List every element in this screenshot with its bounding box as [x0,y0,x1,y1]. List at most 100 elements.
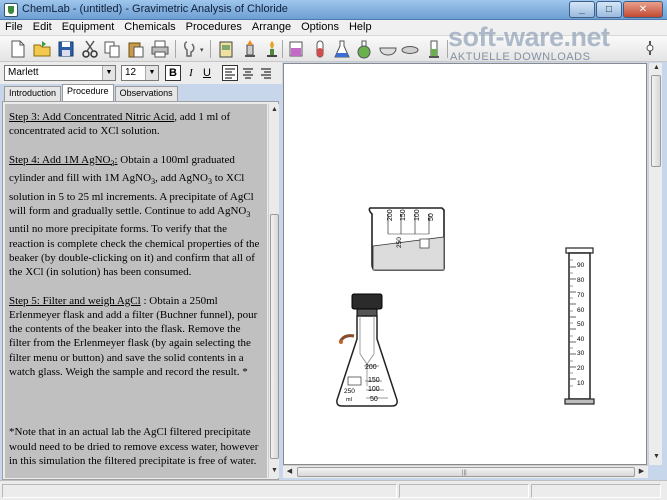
pointer-tool-icon[interactable] [180,39,200,59]
panel-tabs: Introduction Procedure Observations [4,84,179,101]
burner-icon[interactable] [240,39,260,59]
step-4: Step 4: Add 1M AgNO3: Obtain a 100ml gra… [9,153,260,279]
maximize-button[interactable]: □ [596,1,622,18]
beaker-tick-200: 200 [387,209,394,221]
chevron-down-icon[interactable]: ▾ [200,46,204,54]
menu-file[interactable]: File [0,20,28,36]
procedure-scrollbar[interactable]: ▲ ▼ [268,104,279,478]
balance-icon[interactable] [216,39,236,59]
font-select-value: Marlett [8,67,39,78]
menu-help[interactable]: Help [344,20,377,36]
test-tube-icon[interactable] [310,39,330,59]
align-right-icon [261,68,271,79]
align-left-button[interactable] [222,65,238,81]
status-cell-main [2,484,397,498]
bold-button[interactable]: B [165,65,181,81]
align-right-button[interactable] [258,65,274,81]
watermark-logo: soft-ware.net AKTUELLE DOWNLOADS [448,22,658,66]
italic-button[interactable]: I [183,65,199,81]
bunsen-icon[interactable] [262,39,282,59]
cylinder-tick-40: 40 [577,336,585,343]
format-bar: Marlett ▼ 12 ▼ B I U [0,62,282,84]
scroll-up-icon[interactable]: ▲ [269,106,280,113]
font-select[interactable]: Marlett ▼ [4,65,116,81]
font-size-value: 12 [125,67,137,78]
align-center-icon [243,68,253,79]
open-folder-icon[interactable] [32,39,52,59]
procedure-panel: Step 3: Add Concentrated Nitric Acid, ad… [2,101,279,480]
beaker-label-box [419,238,430,249]
minimize-button[interactable]: _ [569,1,595,18]
menu-equipment[interactable]: Equipment [57,20,120,36]
lab-bench-canvas[interactable]: 200 150 100 50 250 200 150 100 50 250 ml [283,63,647,465]
beaker-tick-150: 150 [400,209,407,221]
evaporating-dish-icon[interactable] [378,39,398,59]
beaker-capacity: 250 [396,237,403,248]
step-4-title: Step 4: Add 1M AgNO3: [9,153,118,168]
scroll-up-icon[interactable]: ▲ [651,64,662,71]
step-3: Step 3: Add Concentrated Nitric Acid, ad… [9,110,263,139]
flask-tick-150: 150 [368,377,380,384]
copy-icon[interactable] [102,39,122,59]
font-size-select[interactable]: 12 ▼ [121,65,159,81]
flask-unit: ml [346,397,352,403]
graduated-cylinder[interactable]: 90 80 70 60 50 40 30 20 10 [564,247,595,405]
tab-procedure[interactable]: Procedure [62,84,114,101]
scroll-down-icon[interactable]: ▼ [651,453,662,460]
flask-icon[interactable] [354,39,374,59]
cylinder-tick-60: 60 [577,307,585,314]
menu-arrange[interactable]: Arrange [247,20,296,36]
procedure-scroll-thumb[interactable] [270,214,279,459]
tab-introduction[interactable]: Introduction [4,86,62,101]
chevron-down-icon[interactable]: ▼ [102,66,115,80]
save-icon[interactable] [56,39,76,59]
canvas-vertical-scrollbar[interactable]: ▲ ▼ [648,63,662,465]
paste-icon[interactable] [126,39,146,59]
erlenmeyer-icon[interactable] [332,39,352,59]
beaker-tick-100: 100 [414,209,421,221]
erlenmeyer-flask[interactable]: 200 150 100 50 250 ml [336,293,398,407]
scroll-left-icon[interactable]: ◀ [284,467,295,475]
flask-capacity: 250 [344,388,355,395]
underline-button[interactable]: U [199,65,215,81]
watch-glass-icon[interactable] [400,39,420,59]
scroll-down-icon[interactable]: ▼ [269,467,280,474]
watermark-sub: AKTUELLE DOWNLOADS [450,51,591,63]
close-button[interactable]: ✕ [623,1,663,18]
cylinder-tool-icon[interactable] [424,39,444,59]
chevron-down-icon[interactable]: ▼ [145,66,158,80]
beaker[interactable]: 200 150 100 50 250 [368,207,445,271]
canvas-hscroll-thumb[interactable]: ||| [297,467,635,477]
buchner-funnel-top [351,293,383,310]
status-cell-2 [399,484,529,498]
menu-chemicals[interactable]: Chemicals [119,20,180,36]
step-5-title: Step 5: Filter and weigh AgCl [9,294,141,307]
scroll-right-icon[interactable]: ▶ [636,467,647,475]
watermark-main: soft-ware.net [448,22,610,52]
cylinder-tick-20: 20 [577,365,585,372]
procedure-note: *Note that in an actual lab the AgCl fil… [9,426,259,467]
cylinder-tick-80: 80 [577,277,585,284]
canvas-horizontal-scrollbar[interactable]: ◀ ||| ▶ [283,465,648,478]
title-bar: ChemLab - (untitled) - Gravimetric Analy… [0,0,667,20]
tab-observations[interactable]: Observations [114,86,178,101]
cylinder-tick-50: 50 [577,321,585,328]
menu-edit[interactable]: Edit [28,20,57,36]
beaker-tool-icon[interactable] [286,39,306,59]
step-5: Step 5: Filter and weigh AgCl : Obtain a… [9,294,263,380]
status-bar [0,480,667,500]
menu-procedures[interactable]: Procedures [181,20,247,36]
procedure-text[interactable]: Step 3: Add Concentrated Nitric Acid, ad… [5,104,267,478]
chemlab-app-icon[interactable] [4,3,18,17]
cut-icon[interactable] [80,39,100,59]
align-center-button[interactable] [240,65,256,81]
canvas-vscroll-thumb[interactable] [651,75,661,167]
new-file-icon[interactable] [8,39,28,59]
flask-tick-200: 200 [365,364,377,371]
print-icon[interactable] [150,39,170,59]
status-cell-3 [531,484,661,498]
window-title: ChemLab - (untitled) - Gravimetric Analy… [22,3,288,15]
menu-options[interactable]: Options [296,20,344,36]
step-5-body: : Obtain a 250ml Erlenmeyer flask and ad… [9,294,258,379]
cylinder-tick-70: 70 [577,292,585,299]
